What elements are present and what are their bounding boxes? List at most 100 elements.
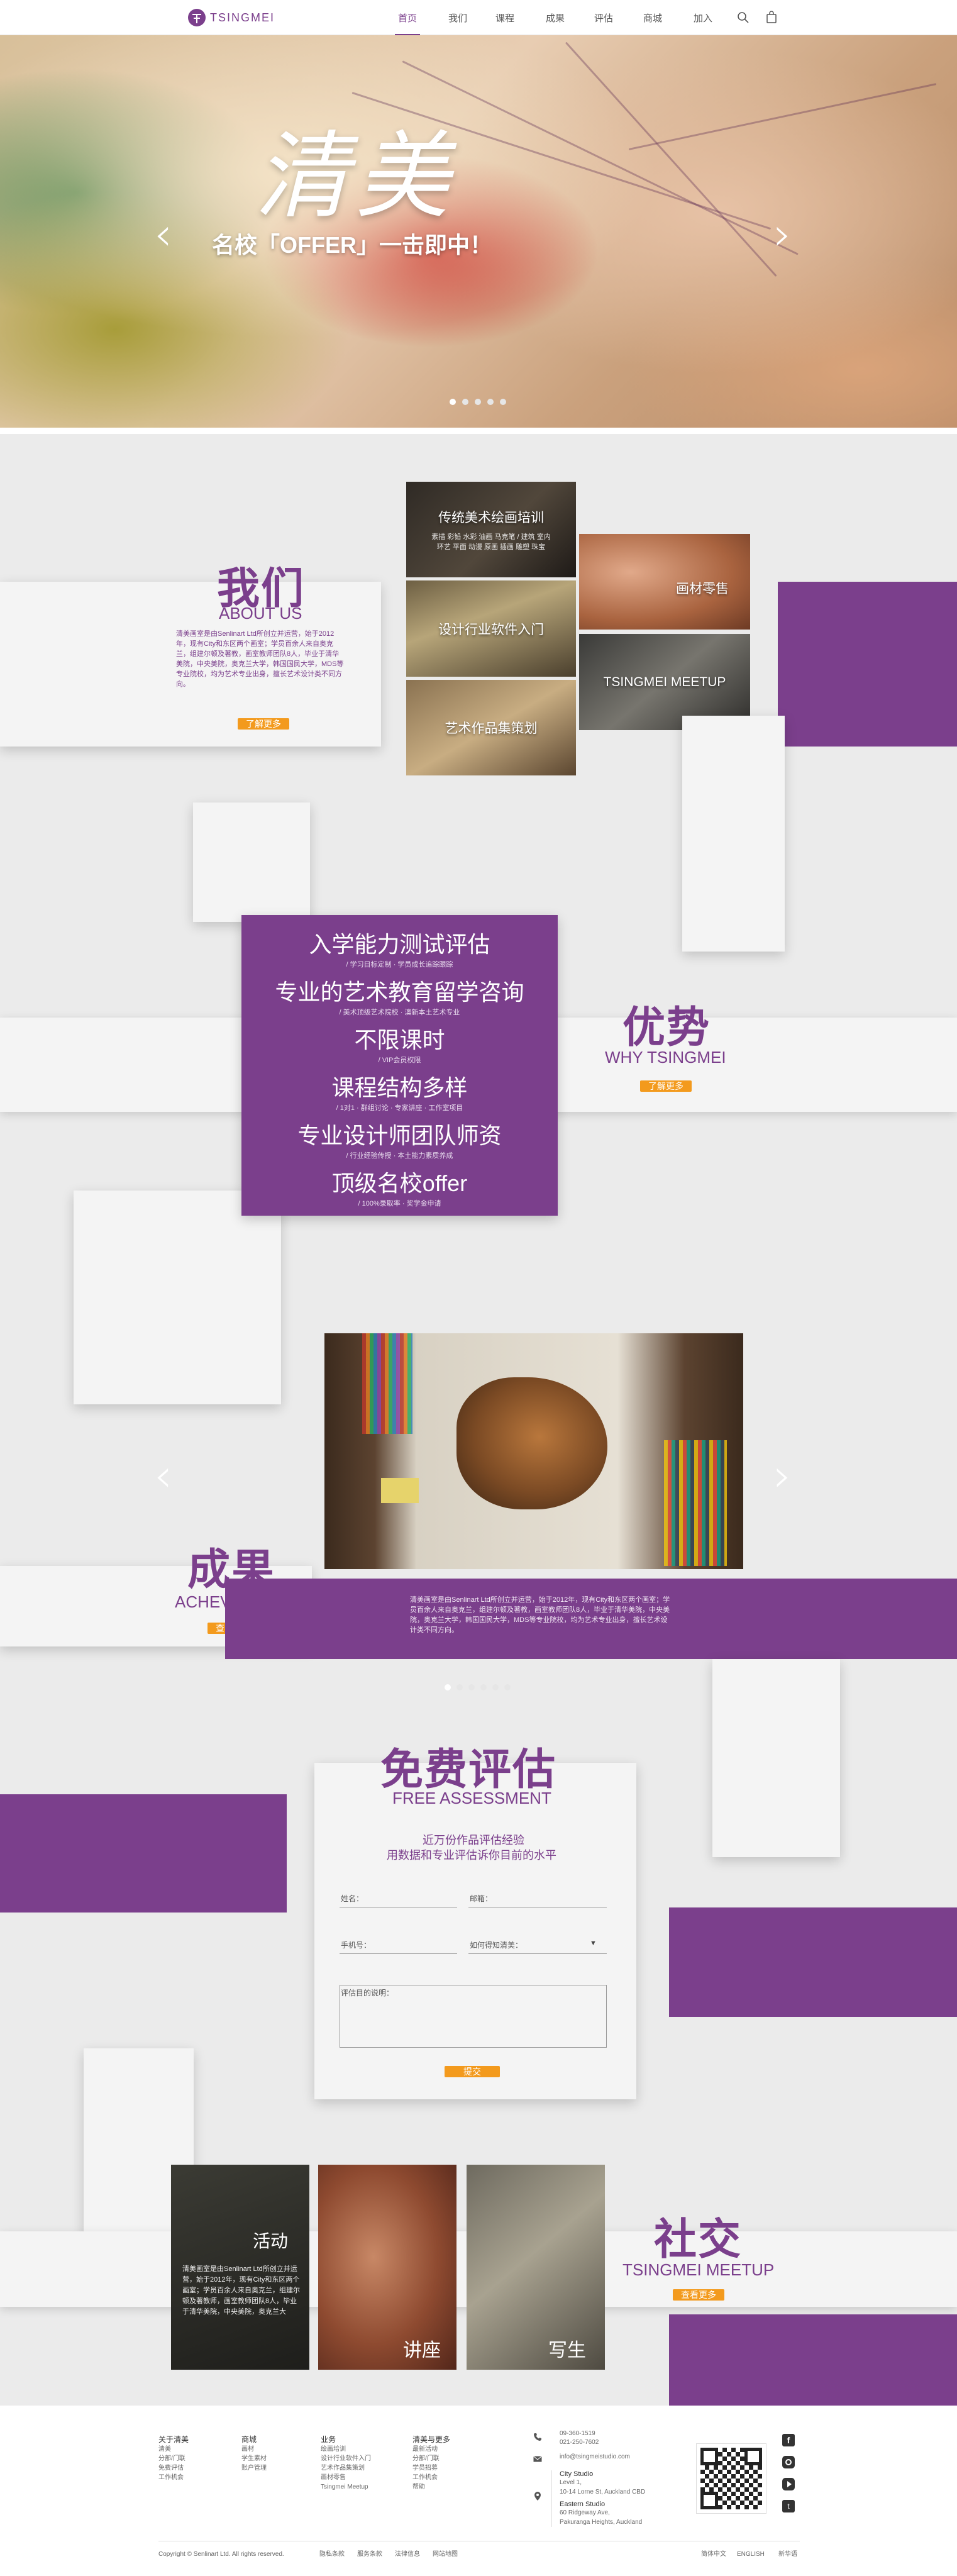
nav-about[interactable]: 我们 [445,11,470,25]
footer-link[interactable]: 设计行业软件入门 [321,2454,371,2463]
footer-link[interactable]: 清美 [158,2445,189,2454]
prev-achievement-icon[interactable]: ‹ [154,1453,172,1498]
studio-addresses: City Studio Level 1, 10-14 Lorne St, Auc… [560,2470,646,2526]
tile-design-software[interactable]: 设计行业软件入门 [406,580,576,677]
purpose-textarea[interactable] [340,1985,607,2048]
footer-link[interactable]: 学生素材 [241,2454,267,2463]
decor-white-block [712,1659,840,1857]
mail-icon [533,2454,542,2462]
achievements-description: 清美画室是由Senlinart Ltd所创立并运营，始于2012年，现有City… [410,1596,670,1634]
logo-mark-icon [188,9,206,26]
footer-link[interactable]: Tsingmei Meetup [321,2482,371,2492]
footer-link[interactable]: 绘画培训 [321,2445,371,2454]
tile-portfolio[interactable]: 艺术作品集策划 [406,680,576,775]
advantage-item: 专业的艺术教育留学咨询 / 美术顶级艺术院校 · 澳新本土艺术专业 [275,979,524,1016]
decor-white-block [74,1191,281,1404]
next-achievement-icon[interactable]: › [773,1453,792,1498]
social-card-activities[interactable]: 活动 清美画室是由Senlinart Ltd所创立并运营，始于2012年，现有C… [171,2165,309,2370]
nav-join[interactable]: 加入 [690,11,716,25]
slide-dot[interactable] [475,399,481,405]
nav-achievements[interactable]: 成果 [543,11,568,25]
footer-link[interactable]: 工作机会 [158,2473,189,2482]
footer-link[interactable]: 画材零售 [321,2473,371,2482]
twitter-icon[interactable]: t [782,2500,795,2512]
achievement-dot[interactable] [504,1684,511,1690]
submit-button[interactable]: 提交 [445,2066,500,2077]
source-label: 如何得知清美： [470,1941,523,1950]
legal-terms[interactable]: 服务条款 [357,2550,382,2559]
decor-purple-block [0,1794,287,1913]
footer-link[interactable]: 免费评估 [158,2463,189,2473]
advantage-item: 不限课时 / VIP会员权限 [354,1027,445,1064]
social-subtitle: TSINGMEI MEETUP [622,2260,775,2279]
decor-purple-block [669,1907,957,2017]
footer-link[interactable]: 工作机会 [412,2473,450,2482]
advantages-more-button[interactable]: 了解更多 [640,1080,692,1092]
legal-sitemap[interactable]: 网站地图 [433,2550,458,2559]
advantage-item: 顶级名校offer / 100%录取率 · 奖学金申请 [331,1170,468,1208]
slide-dot[interactable] [487,399,494,405]
social-card-sketching[interactable]: 写生 [467,2165,605,2370]
nav-assessment[interactable]: 评估 [591,11,616,25]
slide-dot[interactable] [500,399,506,405]
copyright: Copyright © Senlinart Ltd. All rights re… [158,2551,284,2558]
email-address[interactable]: info@tsingmeistudio.com [560,2452,630,2462]
footer-link[interactable]: 艺术作品集策划 [321,2463,371,2473]
footer-link[interactable]: 分部/门联 [158,2454,189,2463]
next-slide-icon[interactable]: › [773,211,792,257]
decor-white-block [193,802,310,922]
achievement-image[interactable] [324,1333,743,1569]
advantage-item: 专业设计师团队师资 / 行业经验传授 · 本土能力素质养成 [297,1123,502,1160]
qr-code [696,2443,766,2514]
slide-dot[interactable] [462,399,468,405]
social-more-button[interactable]: 查看更多 [673,2289,724,2301]
assessment-line-2: 用数据和专业评估诉你目前的水平 [387,1849,556,1862]
about-more-button[interactable]: 了解更多 [238,718,289,730]
legal-privacy[interactable]: 隐私条款 [319,2550,345,2559]
nav-shop[interactable]: 商城 [640,11,665,25]
footer-link[interactable]: 画材 [241,2445,267,2454]
achievement-dot[interactable] [480,1684,487,1690]
phone-2: 021-250-7602 [560,2439,599,2446]
slide-dot[interactable] [450,399,456,405]
about-description: 清美画室是由Senlinart Ltd所创立并运营，始于2012年，现有City… [176,630,344,688]
footer-link[interactable]: 帮助 [412,2482,450,2492]
instagram-icon[interactable] [782,2456,795,2468]
shopping-bag-icon[interactable] [766,11,777,23]
phone-field[interactable] [340,1953,457,1954]
lang-zh[interactable]: 简体中文 [701,2550,726,2559]
assessment-line-1: 近万份作品评估经验 [423,1834,524,1846]
achievement-dot[interactable] [492,1684,499,1690]
advantage-item: 入学能力测试评估 / 学习目标定制 · 学员成长追踪跟踪 [309,931,490,969]
social-card-lectures[interactable]: 讲座 [318,2165,456,2370]
decor-purple-block [669,2314,957,2406]
lang-en[interactable]: ENGLISH [737,2550,765,2559]
footer-link[interactable]: 学员招募 [412,2463,450,2473]
achievement-dot[interactable] [445,1684,451,1690]
tile-art-supplies[interactable]: 画材零售 [579,534,750,630]
chevron-down-icon[interactable]: ▼ [590,1940,597,1947]
footer-col-business: 业务 绘画培训 设计行业软件入门 艺术作品集策划 画材零售 Tsingmei M… [321,2435,371,2492]
youtube-icon[interactable] [782,2478,795,2490]
search-icon[interactable] [737,11,750,24]
decor-purple-block [778,582,957,747]
nav-home[interactable]: 首页 [395,11,420,35]
assessment-title: 免费评估 [380,1746,557,1794]
legal-info[interactable]: 法律信息 [395,2550,420,2559]
nav-courses[interactable]: 课程 [492,11,517,25]
achievement-dot[interactable] [468,1684,475,1690]
lang-other[interactable]: 新华语 [778,2550,797,2559]
footer-link[interactable]: 分部/门联 [412,2454,450,2463]
footer-link[interactable]: 最新活动 [412,2445,450,2454]
hero-carousel[interactable]: 清美 名校「OFFER」一击即中！ ‹ › [0,35,957,428]
footer-link[interactable]: 账户管理 [241,2463,267,2473]
source-select[interactable] [468,1953,607,1954]
prev-slide-icon[interactable]: ‹ [154,211,172,257]
achievement-dot[interactable] [456,1684,463,1690]
tile-traditional-art[interactable]: 传统美术绘画培训 素描 彩铅 水彩 油画 马克笔 / 建筑 室内 环艺 平面 动… [406,482,576,577]
footer [0,2406,957,2576]
brand-logo[interactable]: TSINGMEI [187,8,275,28]
advantages-panel: 入学能力测试评估 / 学习目标定制 · 学员成长追踪跟踪 专业的艺术教育留学咨询… [241,915,558,1216]
advantages-title: 优势 [622,1004,711,1052]
facebook-icon[interactable]: f [782,2434,795,2446]
